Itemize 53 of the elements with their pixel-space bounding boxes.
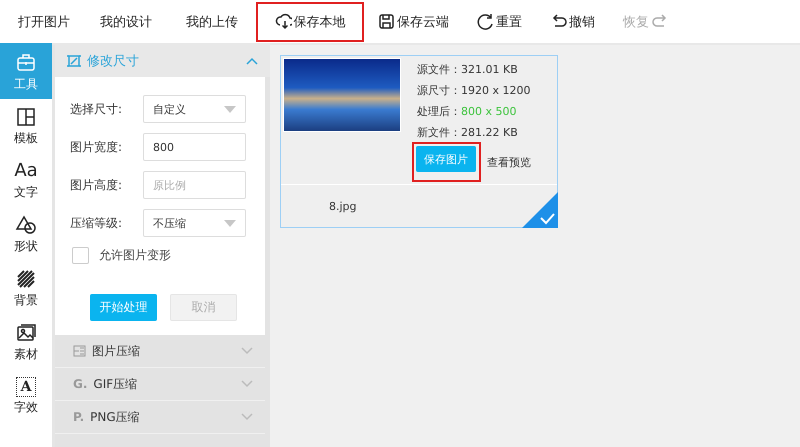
letters-icon: Aa (14, 160, 38, 182)
toolbar-button[interactable]: 我的上传 (172, 2, 256, 42)
resize-icon (67, 54, 81, 68)
picture-icon (15, 322, 37, 344)
accordion-section[interactable]: 图片压缩 (55, 335, 265, 368)
toolbar-button[interactable]: 保存本地 (256, 2, 364, 42)
dropdown-arrow-icon (224, 106, 236, 112)
toolbar-button[interactable]: 重置 (463, 2, 536, 42)
undo-icon (550, 13, 567, 30)
image-card[interactable]: 源文件：321.01 KB 源尺寸：1920 x 1200 处理后：800 x 500 新文件：281.22 KB 保存图片 查看预览 8.jpg (280, 55, 558, 228)
section-prefix: G. (73, 377, 88, 391)
section-prefix: P. (73, 410, 84, 424)
redo-icon (651, 13, 668, 30)
checkbox-label: 允许图片变形 (99, 247, 171, 264)
sidebar-item[interactable]: Aa 文字 (0, 153, 52, 207)
sidebar-item[interactable]: 背景 (0, 261, 52, 315)
dropdown[interactable]: 不压缩 (143, 209, 246, 237)
sidebar-item[interactable]: 形状 (0, 207, 52, 261)
field-label: 图片高度: (70, 176, 124, 194)
dropdown[interactable]: 自定义 (143, 95, 246, 123)
toolbar-button[interactable]: 我的设计 (86, 2, 172, 42)
preview-link[interactable]: 查看预览 (487, 154, 531, 170)
input-field[interactable]: 原比例 (143, 171, 246, 199)
toolbar-button[interactable]: 撤销 (536, 2, 609, 42)
input-field[interactable]: 800 (143, 133, 246, 161)
accordion-section[interactable]: P. PNG压缩 (55, 401, 265, 434)
file-info: 源文件：321.01 KB (417, 62, 519, 77)
refresh-icon (477, 13, 494, 30)
file-info: 处理后：800 x 500 (417, 104, 518, 119)
field-label: 压缩等级: (70, 214, 124, 232)
layout-grid-icon (15, 106, 37, 128)
dropdown-arrow-icon (224, 220, 236, 226)
diagonal-stripes-icon (15, 268, 37, 290)
image-text-icon (73, 345, 86, 357)
sidebar-item[interactable]: A 字效 (0, 369, 52, 423)
file-name: 8.jpg (329, 200, 357, 212)
field-label: 选择尺寸: (70, 100, 124, 118)
toolbar-button[interactable]: 保存云端 (364, 2, 463, 42)
checkbox[interactable] (72, 247, 89, 264)
toolbar-button[interactable]: 打开图片 (4, 2, 86, 42)
panel-title: 修改尺寸 (87, 53, 140, 70)
accordion-section[interactable]: G. GIF压缩 (55, 368, 265, 401)
sidebar-item[interactable]: 素材 (0, 315, 52, 369)
file-info: 源尺寸：1920 x 1200 (417, 83, 531, 98)
sidebar-item[interactable]: 模板 (0, 99, 52, 153)
toolbox-icon (15, 52, 37, 74)
letter-frame-icon: A (16, 376, 36, 396)
field-label: 图片宽度: (70, 138, 124, 156)
cloud-download-icon (274, 13, 292, 30)
checkmark-icon (522, 192, 558, 228)
file-info: 新文件：281.22 KB (417, 125, 519, 140)
triangle-circle-icon (15, 214, 37, 236)
save-icon (378, 13, 395, 30)
